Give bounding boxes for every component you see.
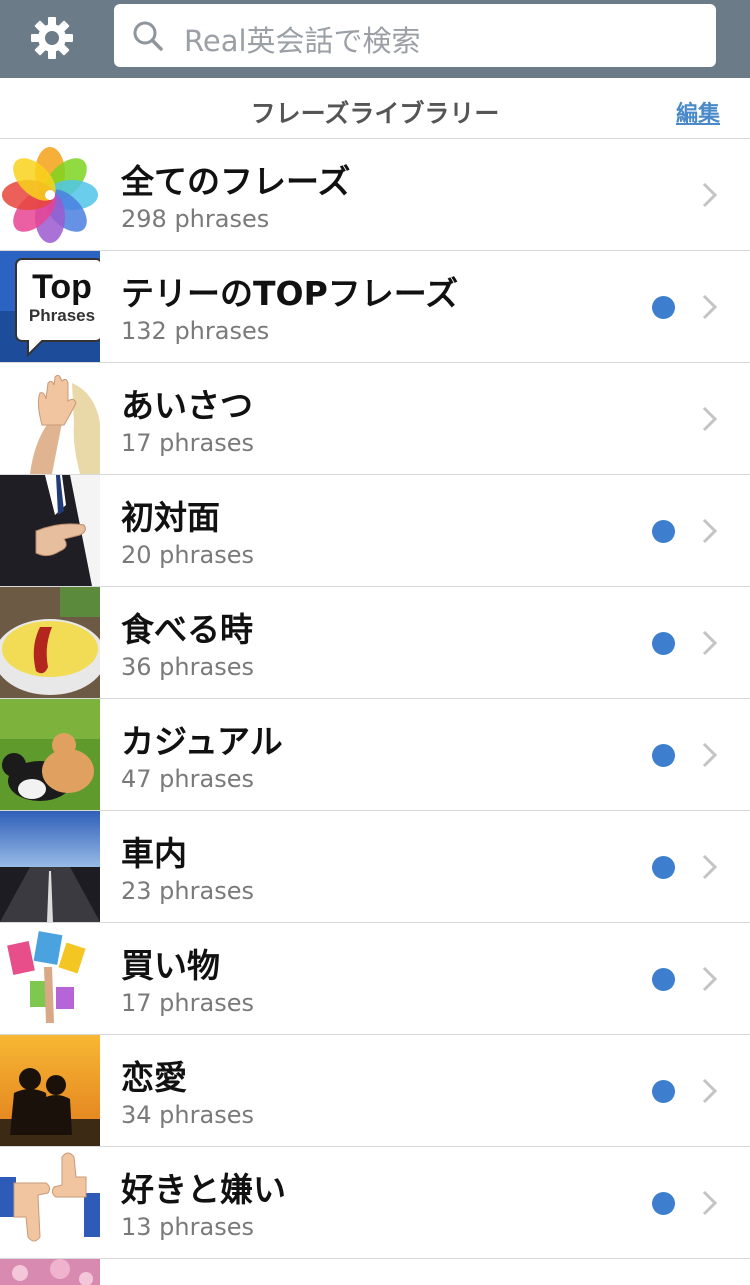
unread-dot xyxy=(652,296,675,319)
unread-dot xyxy=(652,1080,675,1103)
handshake-photo xyxy=(0,475,100,586)
phrase-list: 全てのフレーズ 298 phrases Top Phrases テリーのTOPフ… xyxy=(0,139,750,1285)
list-item-label: 恋愛 xyxy=(121,1058,187,1097)
list-item-count: 36 phrases xyxy=(121,653,254,681)
chevron-right-icon xyxy=(702,182,718,208)
chevron-right-icon xyxy=(702,406,718,432)
list-item-count: 47 phrases xyxy=(121,765,254,793)
list-item[interactable]: あいさつ 17 phrases xyxy=(0,363,750,475)
list-item-count: 298 phrases xyxy=(121,205,270,233)
badge-title: Top xyxy=(32,268,92,306)
search-icon xyxy=(133,21,163,51)
list-item-label: 初対面 xyxy=(121,498,220,537)
omelette-photo xyxy=(0,587,100,698)
unread-dot xyxy=(652,744,675,767)
cats-photo xyxy=(0,699,100,810)
list-item-count: 17 phrases xyxy=(121,429,254,457)
list-item-label: カジュアル xyxy=(121,722,283,761)
list-item-label: 車内 xyxy=(121,834,187,873)
waving-hand-photo xyxy=(0,363,100,474)
edit-button[interactable]: 編集 xyxy=(676,96,720,128)
cherry-blossom-photo xyxy=(0,1259,100,1285)
chevron-right-icon xyxy=(702,742,718,768)
list-item[interactable]: 買い物 17 phrases xyxy=(0,923,750,1035)
list-item-label: 買い物 xyxy=(121,946,220,985)
thumbs-up-down-photo xyxy=(0,1147,100,1258)
list-item-partial[interactable] xyxy=(0,1259,750,1285)
gear-icon[interactable] xyxy=(28,14,76,62)
list-item-label: 全てのフレーズ xyxy=(121,162,351,201)
list-item-count: 17 phrases xyxy=(121,989,254,1017)
search-placeholder: Real英会話で検索 xyxy=(184,24,421,58)
top-phrases-badge: Top Phrases xyxy=(0,251,100,362)
list-item-label: あいさつ xyxy=(121,386,253,425)
unread-dot xyxy=(652,520,675,543)
search-input[interactable]: Real英会話で検索 xyxy=(114,4,716,67)
list-item[interactable]: 好きと嫌い 13 phrases xyxy=(0,1147,750,1259)
list-item-count: 34 phrases xyxy=(121,1101,254,1129)
unread-dot xyxy=(652,632,675,655)
chevron-right-icon xyxy=(702,1190,718,1216)
chevron-right-icon xyxy=(702,294,718,320)
photos-icon xyxy=(0,139,100,250)
list-item-label: 好きと嫌い xyxy=(121,1170,286,1209)
chevron-right-icon xyxy=(702,630,718,656)
top-bar: Real英会話で検索 xyxy=(0,0,750,78)
couple-sunset-photo xyxy=(0,1035,100,1146)
list-item[interactable]: カジュアル 47 phrases xyxy=(0,699,750,811)
list-item-count: 132 phrases xyxy=(121,317,270,345)
list-item[interactable]: 全てのフレーズ 298 phrases xyxy=(0,139,750,251)
library-header: フレーズライブラリー 編集 xyxy=(0,82,750,139)
list-item-label: 食べる時 xyxy=(121,610,253,649)
chevron-right-icon xyxy=(702,1078,718,1104)
unread-dot xyxy=(652,1192,675,1215)
unread-dot xyxy=(652,856,675,879)
list-item[interactable]: 恋愛 34 phrases xyxy=(0,1035,750,1147)
page-title: フレーズライブラリー xyxy=(250,99,500,128)
list-item[interactable]: 初対面 20 phrases xyxy=(0,475,750,587)
list-item-count: 13 phrases xyxy=(121,1213,254,1241)
badge-subtitle: Phrases xyxy=(29,306,95,325)
list-item[interactable]: Top Phrases テリーのTOPフレーズ 132 phrases xyxy=(0,251,750,363)
list-item-count: 20 phrases xyxy=(121,541,254,569)
chevron-right-icon xyxy=(702,966,718,992)
list-item-label: テリーのTOPフレーズ xyxy=(121,274,459,313)
shopping-bags-photo xyxy=(0,923,100,1034)
chevron-right-icon xyxy=(702,518,718,544)
list-item[interactable]: 車内 23 phrases xyxy=(0,811,750,923)
unread-dot xyxy=(652,968,675,991)
road-photo xyxy=(0,811,100,922)
chevron-right-icon xyxy=(702,854,718,880)
list-item[interactable]: 食べる時 36 phrases xyxy=(0,587,750,699)
list-item-count: 23 phrases xyxy=(121,877,254,905)
